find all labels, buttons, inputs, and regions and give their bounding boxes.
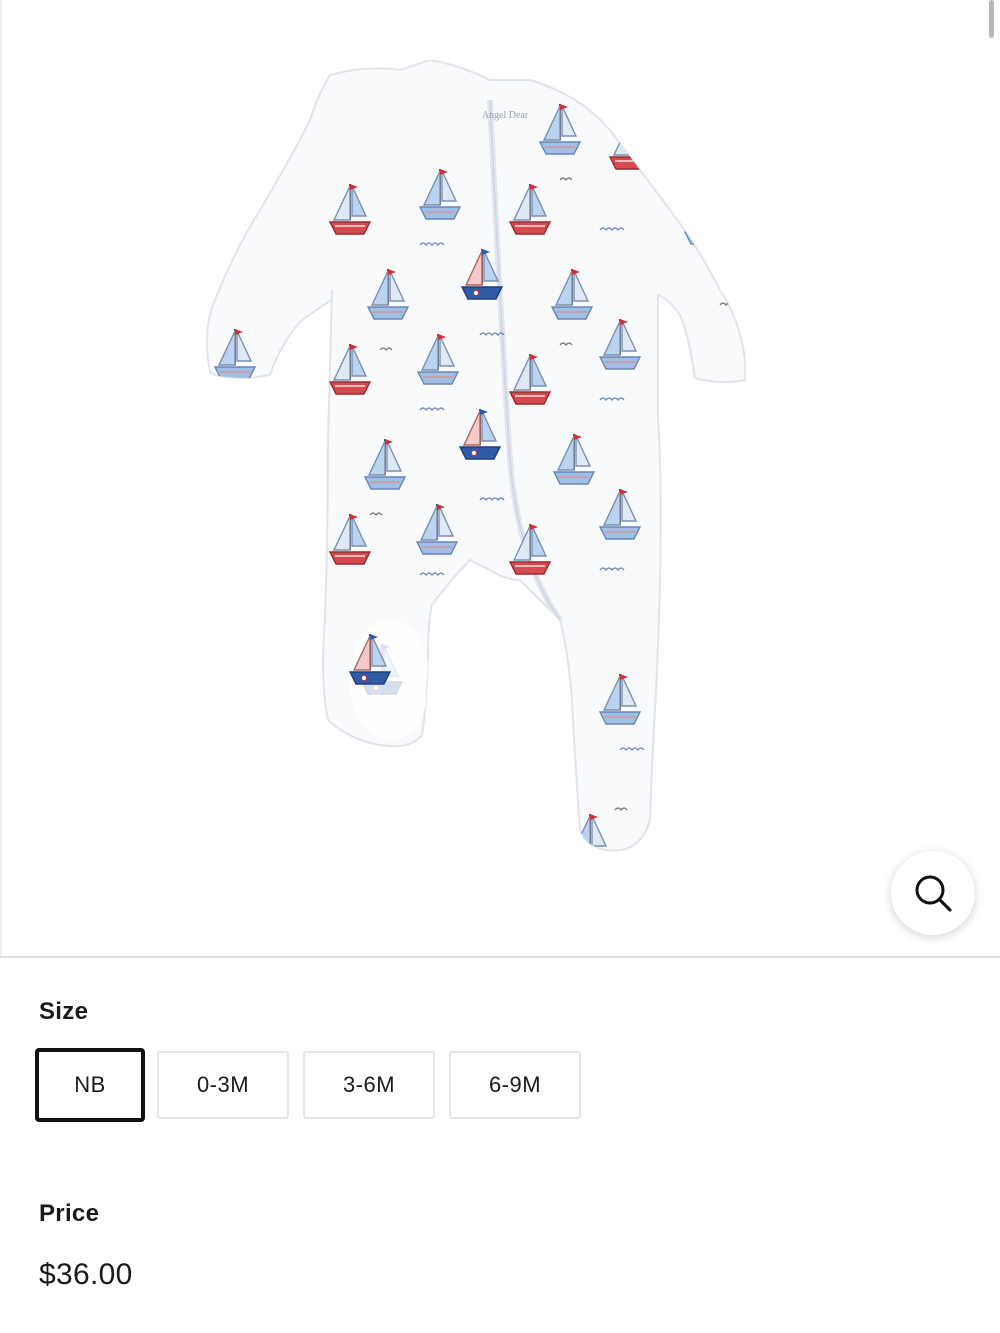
zoom-button[interactable] xyxy=(891,851,975,935)
product-image[interactable]: Angel Dear xyxy=(200,60,800,860)
image-border xyxy=(0,0,2,956)
size-option-6-9m[interactable]: 6-9M xyxy=(449,1051,581,1119)
size-label: Size xyxy=(39,998,89,1025)
price-label: Price xyxy=(39,1200,100,1227)
size-option-nb[interactable]: NB xyxy=(35,1048,145,1122)
search-icon xyxy=(915,875,952,912)
price-value: $36.00 xyxy=(39,1258,133,1291)
product-image-area: Angel Dear xyxy=(0,0,1000,958)
product-page: Angel Dear Size NB 0-3M 3-6M 6-9M Price … xyxy=(0,0,1000,1333)
brand-tag: Angel Dear xyxy=(482,110,529,121)
size-option-0-3m[interactable]: 0-3M xyxy=(157,1051,289,1119)
scrollbar[interactable] xyxy=(989,0,994,38)
size-option-3-6m[interactable]: 3-6M xyxy=(303,1051,435,1119)
